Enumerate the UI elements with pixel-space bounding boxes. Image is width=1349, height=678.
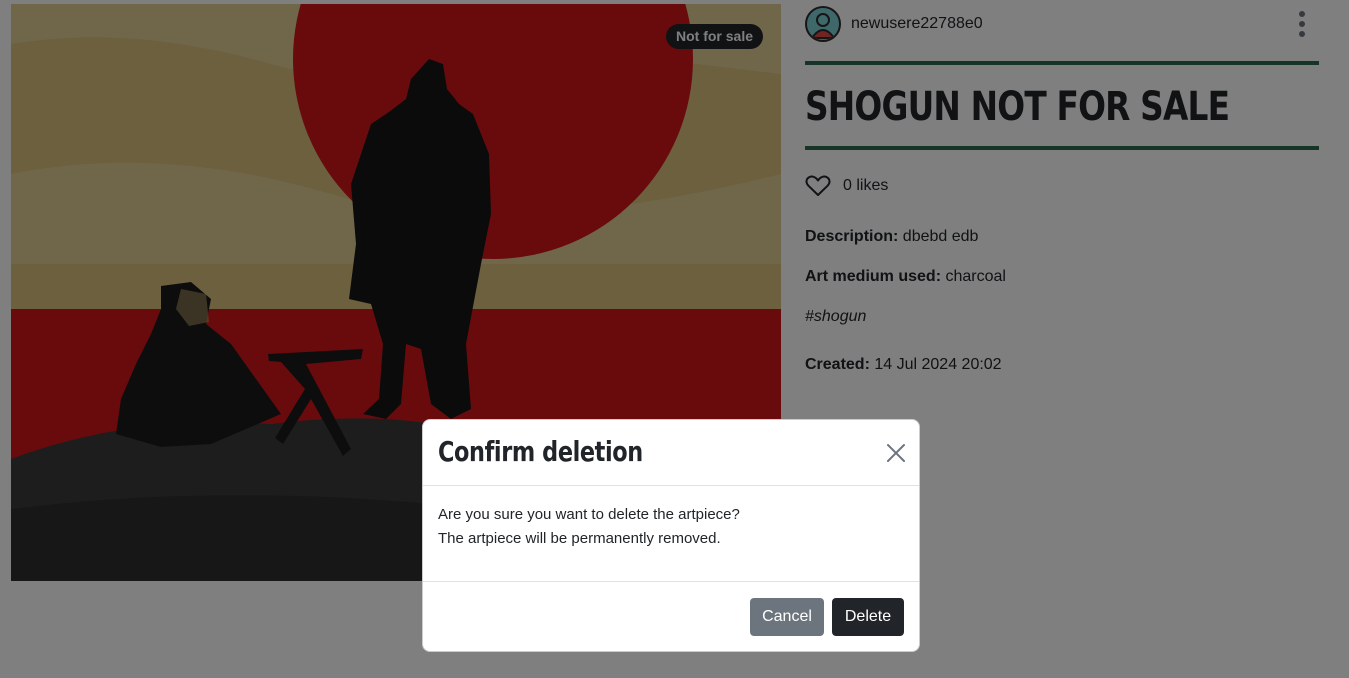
close-icon[interactable] (885, 442, 907, 464)
modal-message-line-1: Are you sure you want to delete the artp… (438, 506, 740, 523)
cancel-button[interactable]: Cancel (750, 598, 824, 636)
delete-button[interactable]: Delete (832, 598, 904, 636)
modal-footer: Cancel Delete (423, 582, 919, 651)
modal-title: Confirm deletion (438, 435, 643, 468)
modal-message-line-2: The artpiece will be permanently removed… (438, 530, 721, 547)
modal-body: Are you sure you want to delete the artp… (423, 486, 919, 582)
artpiece-detail-page: Not for sale newusere22788e0 SHOGUN NOT … (0, 0, 1349, 678)
confirm-deletion-modal: Confirm deletion Are you sure you want t… (422, 419, 920, 652)
modal-header: Confirm deletion (423, 420, 919, 486)
